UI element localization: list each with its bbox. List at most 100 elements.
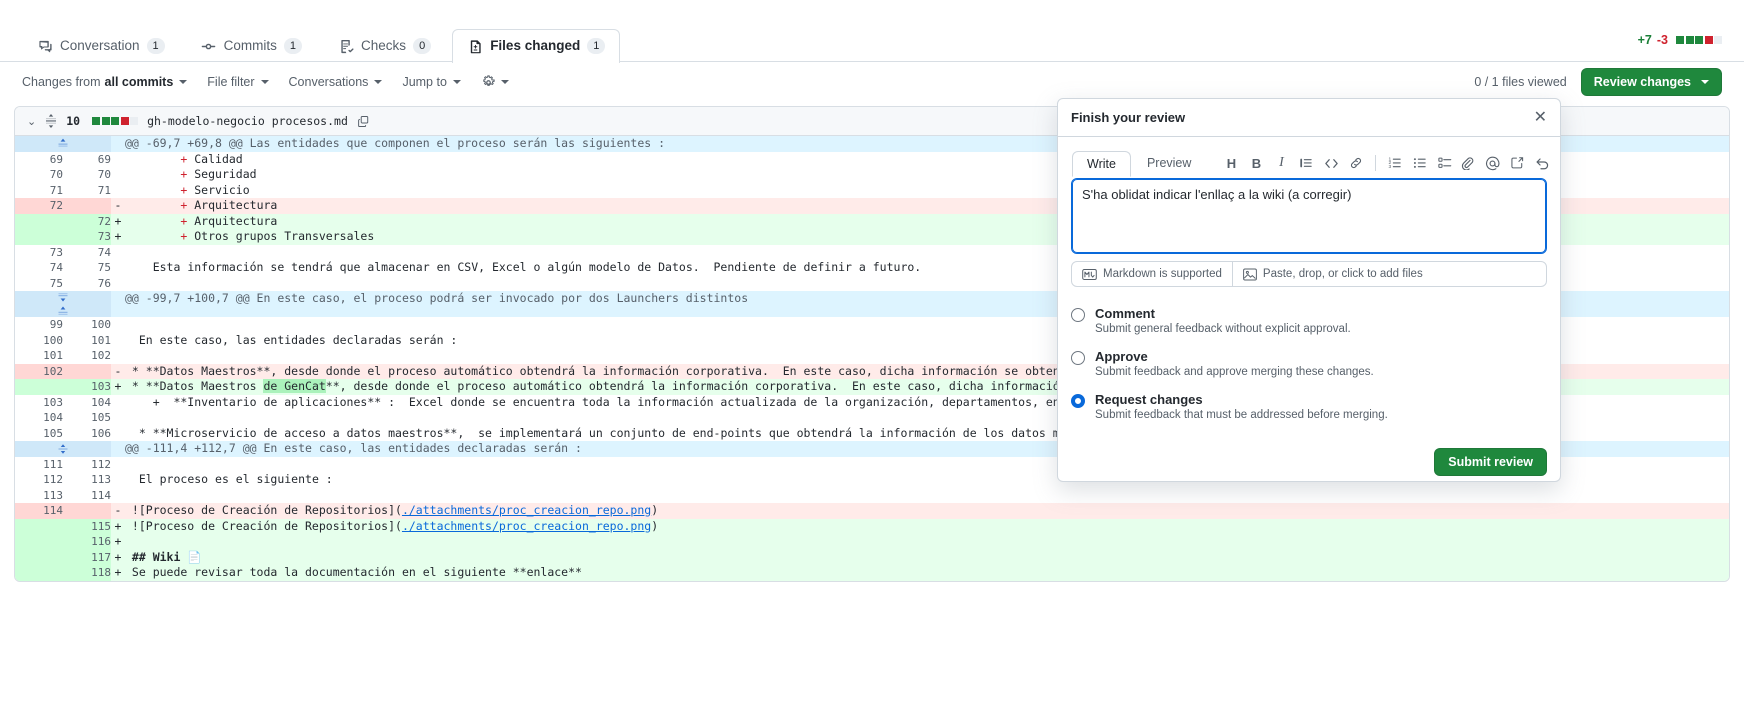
diff-code-text: Seguridad	[187, 167, 257, 181]
diff-sign	[111, 275, 125, 291]
diff-code-pre: ![Proceso de Creación de Repositorios](	[125, 503, 402, 517]
radio-comment[interactable]	[1071, 308, 1085, 322]
new-line-number: 101	[63, 332, 111, 348]
option-description: Submit feedback and approve merging thes…	[1095, 366, 1374, 378]
option-text: Comment Submit general feedback without …	[1095, 306, 1351, 335]
diff-code-text: Esta información se tendrá que almacenar…	[152, 260, 922, 274]
old-line-number: 69	[15, 151, 63, 167]
chevron-down-icon	[500, 80, 509, 84]
chevron-down-icon	[452, 80, 461, 84]
new-line-number: 100	[63, 317, 111, 333]
gear-icon	[481, 74, 496, 90]
new-line-number	[63, 198, 111, 214]
diff-sign: +	[111, 213, 125, 229]
close-icon[interactable]: ✕	[1534, 109, 1547, 126]
pr-tabs: Conversation 1 Commits 1 Checks 0 Files …	[0, 22, 1744, 63]
diff-code-text: Otros grupos Transversales	[187, 229, 375, 243]
radio-approve[interactable]	[1071, 351, 1085, 365]
file-path[interactable]: gh-modelo-negocio procesos.md	[147, 114, 348, 128]
additions-count: +7	[1637, 33, 1652, 47]
markdown-supported-hint[interactable]: Markdown is supported	[1072, 262, 1232, 286]
chevron-down-icon	[260, 80, 269, 84]
italic-icon[interactable]: I	[1270, 152, 1292, 174]
old-line-number	[15, 213, 63, 229]
conversations-dropdown[interactable]: Conversations	[289, 75, 383, 89]
copy-path-icon[interactable]	[357, 115, 370, 128]
diff-settings-button[interactable]	[481, 74, 509, 90]
diff-toolbar-left: Changes from all commits File filter Con…	[22, 74, 509, 90]
link-icon[interactable]	[1345, 152, 1367, 174]
file-diff-icon	[467, 38, 483, 54]
attach-files-hint[interactable]: Paste, drop, or click to add files	[1231, 262, 1433, 286]
submit-review-button[interactable]: Submit review	[1434, 448, 1547, 476]
tab-counter: 1	[283, 38, 303, 54]
ordered-list-icon[interactable]: 123	[1384, 152, 1406, 174]
option-approve[interactable]: Approve Submit feedback and approve merg…	[1071, 349, 1547, 378]
chevron-down-icon[interactable]: ⌄	[27, 115, 36, 128]
option-request-changes[interactable]: Request changes Submit feedback that mus…	[1071, 392, 1547, 421]
toolbar-divider	[1375, 155, 1377, 171]
image-path-link[interactable]: ./attachments/proc_creacion_repo.png	[402, 519, 651, 533]
git-commit-icon	[201, 38, 217, 54]
review-type-options: Comment Submit general feedback without …	[1058, 306, 1560, 421]
old-line-number	[15, 229, 63, 245]
review-changes-button[interactable]: Review changes	[1580, 68, 1722, 96]
code-icon[interactable]	[1320, 152, 1342, 174]
bold-icon[interactable]: B	[1245, 152, 1267, 174]
new-line-number: 106	[63, 425, 111, 441]
diff-code-text: Servicio	[187, 182, 250, 197]
tab-files-changed[interactable]: Files changed 1	[452, 29, 621, 63]
expand-both-button[interactable]	[15, 441, 111, 457]
mention-icon[interactable]	[1481, 152, 1503, 174]
file-change-count: 10	[66, 114, 81, 128]
markdown-icon	[1082, 268, 1097, 280]
diff-code-text: El proceso es el siguiente :	[138, 472, 333, 486]
expand-both-button[interactable]	[15, 291, 111, 317]
image-path-link[interactable]: ./attachments/proc_creacion_repo.png	[402, 503, 651, 517]
tab-preview[interactable]: Preview	[1132, 150, 1206, 177]
file-filter-dropdown[interactable]: File filter	[207, 75, 269, 89]
tab-commits[interactable]: Commits 1	[186, 29, 317, 63]
changes-from-dropdown[interactable]: Changes from all commits	[22, 75, 188, 89]
expand-updown-icon	[15, 291, 111, 317]
tab-checks[interactable]: Checks 0	[323, 29, 446, 63]
diff-row-added: 116 +	[15, 534, 1729, 550]
diff-code	[125, 487, 1729, 503]
option-comment[interactable]: Comment Submit general feedback without …	[1071, 306, 1547, 335]
old-line-number: 112	[15, 472, 63, 488]
unordered-list-icon[interactable]	[1409, 152, 1431, 174]
new-line-number: 104	[63, 394, 111, 410]
new-line-number: 103	[63, 379, 111, 395]
option-title: Approve	[1095, 349, 1148, 364]
attachment-icon[interactable]	[1456, 152, 1478, 174]
old-line-number: 105	[15, 425, 63, 441]
jump-to-dropdown[interactable]: Jump to	[402, 75, 461, 89]
tab-label: Checks	[361, 38, 407, 54]
expand-up-button[interactable]	[15, 136, 111, 152]
conversations-label: Conversations	[288, 75, 369, 89]
chevron-down-icon	[374, 80, 383, 84]
option-text: Request changes Submit feedback that mus…	[1095, 392, 1388, 421]
review-comment-textarea[interactable]: S'ha oblidat indicar l'enllaç a la wiki …	[1071, 178, 1547, 254]
diff-sign: +	[111, 229, 125, 245]
diff-code-post: )	[651, 503, 659, 517]
new-line-number: 73	[63, 229, 111, 245]
diff-sign	[111, 487, 125, 503]
new-line-number: 76	[63, 275, 111, 291]
saved-replies-icon[interactable]	[1506, 152, 1528, 174]
new-line-number	[63, 503, 111, 519]
expand-collapse-icon[interactable]	[45, 114, 57, 128]
quote-icon[interactable]	[1295, 152, 1317, 174]
radio-request-changes[interactable]	[1071, 394, 1085, 408]
heading-icon[interactable]: H	[1220, 152, 1242, 174]
diff-row: 113 114	[15, 487, 1729, 503]
diffstat-blocks	[1676, 36, 1722, 44]
tab-write[interactable]: Write	[1072, 150, 1131, 178]
dialog-header: Finish your review ✕	[1058, 99, 1560, 137]
task-list-icon[interactable]	[1434, 152, 1456, 174]
old-line-number: 114	[15, 503, 63, 519]
undo-icon[interactable]	[1531, 152, 1553, 174]
deletions-count: -3	[1656, 33, 1668, 47]
tab-conversation[interactable]: Conversation 1	[22, 29, 180, 63]
diff-sign	[111, 441, 125, 457]
